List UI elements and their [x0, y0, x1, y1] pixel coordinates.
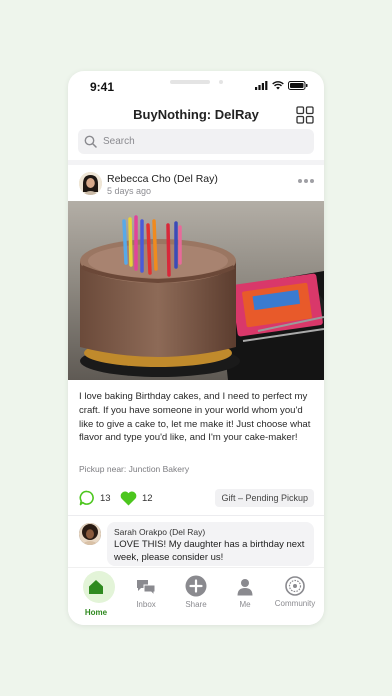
more-options-icon[interactable] — [298, 179, 314, 183]
author-avatar[interactable] — [79, 172, 102, 195]
pickup-location: Pickup near: Junction Bakery — [79, 464, 190, 474]
status-time: 9:41 — [90, 80, 115, 94]
commenter-avatar[interactable] — [79, 523, 101, 545]
tab-label-home: Home — [84, 608, 108, 617]
post-timestamp: 5 days ago — [107, 186, 152, 196]
tab-me[interactable]: Me — [220, 568, 270, 625]
search-input[interactable]: Search — [78, 129, 314, 154]
tab-home[interactable]: Home — [71, 568, 121, 625]
phone-screen: 9:41 BuyNothing: DelRay Search Rebecca C… — [68, 71, 324, 625]
battery-icon — [288, 81, 308, 90]
home-icon — [89, 580, 103, 594]
comment-text: LOVE THIS! My daughter has a birthday ne… — [114, 539, 305, 563]
tab-label-share: Share — [185, 600, 207, 609]
tab-label-community: Community — [274, 599, 316, 608]
like-count: 12 — [142, 493, 153, 504]
plus-icon — [185, 575, 207, 597]
post-header: Rebecca Cho (Del Ray) 5 days ago — [68, 171, 324, 199]
page-title: BuyNothing: DelRay — [133, 107, 259, 122]
comment-count: 13 — [100, 493, 111, 504]
heart-icon[interactable] — [120, 491, 137, 506]
grid-view-icon[interactable] — [296, 106, 314, 124]
section-divider — [68, 160, 324, 165]
camera-dot — [219, 80, 223, 84]
comment-bubble: Sarah Orakpo (Del Ray) LOVE THIS! My dau… — [107, 522, 314, 566]
tab-label-inbox: Inbox — [136, 600, 156, 609]
person-icon — [237, 579, 253, 596]
status-badge: Gift – Pending Pickup — [215, 489, 314, 507]
tab-label-me: Me — [239, 600, 251, 609]
bottom-tab-bar: Home Inbox Share Me Community — [68, 567, 324, 625]
wifi-icon — [272, 81, 284, 90]
post-description: I love baking Birthday cakes, and I need… — [79, 391, 311, 444]
tab-community[interactable]: Community — [270, 568, 320, 625]
tab-inbox[interactable]: Inbox — [121, 568, 171, 625]
signal-icon — [255, 81, 268, 90]
chat-icon — [137, 580, 156, 596]
post-actions: 13 12 Gift – Pending Pickup — [68, 488, 324, 508]
comment-divider — [68, 515, 324, 516]
speaker-notch — [170, 80, 210, 84]
search-placeholder: Search — [103, 136, 135, 147]
post-author-name[interactable]: Rebecca Cho (Del Ray) — [107, 173, 218, 185]
post-photo-cake[interactable] — [68, 201, 324, 380]
search-icon — [84, 135, 97, 148]
comment-author[interactable]: Sarah Orakpo (Del Ray) — [114, 527, 307, 537]
status-icons — [255, 81, 308, 90]
tab-share[interactable]: Share — [171, 568, 221, 625]
community-icon — [285, 576, 305, 596]
comment-icon[interactable] — [79, 490, 95, 506]
